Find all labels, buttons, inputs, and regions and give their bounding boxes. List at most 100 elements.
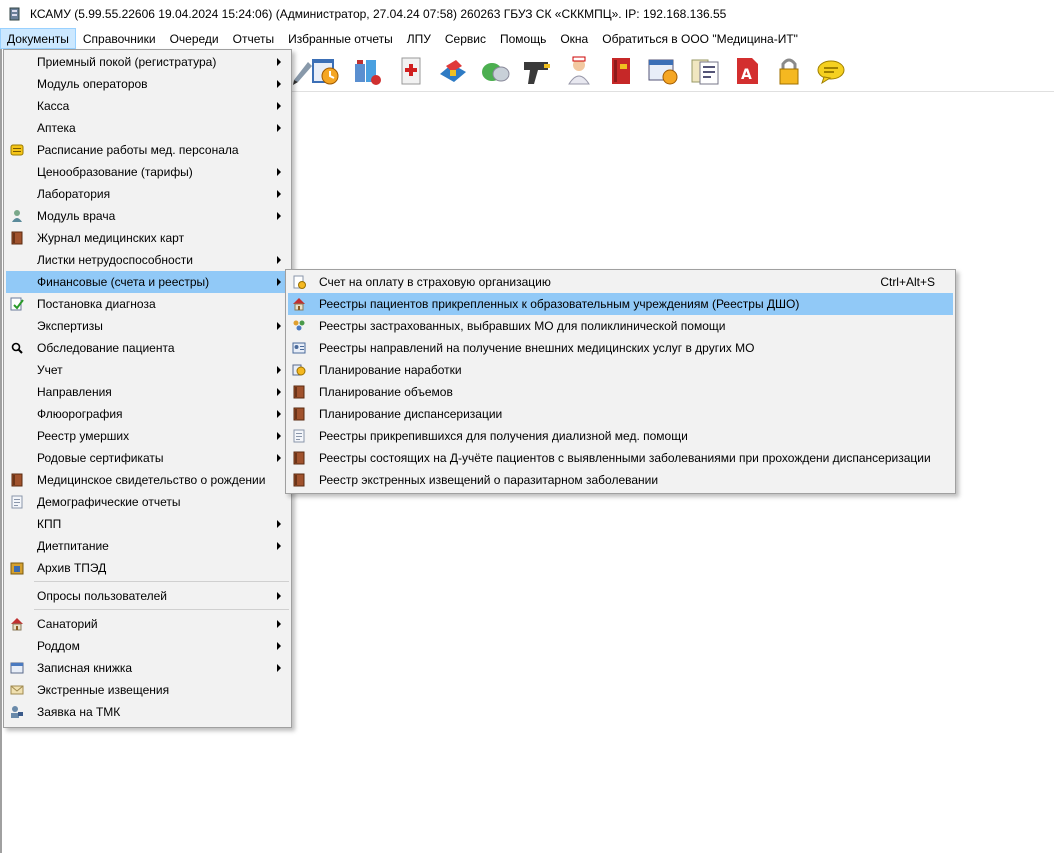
documents-stack-icon[interactable] [688, 54, 722, 88]
menu-item-sanatorium[interactable]: Санаторий [6, 613, 289, 635]
menu-item-emergency-notices[interactable]: Экстренные извещения [6, 679, 289, 701]
submenu-item-external-referrals[interactable]: Реестры направлений на получение внешних… [288, 337, 953, 359]
menu-reports[interactable]: Отчеты [226, 28, 281, 49]
menu-item-reception[interactable]: Приемный покой (регистратура) [6, 51, 289, 73]
submenu-arrow-icon [277, 80, 281, 88]
book-icon [11, 231, 23, 245]
submenu-arrow-icon [277, 520, 281, 528]
submenu-item-label: Реестры состоящих на Д-учёте пациентов с… [319, 451, 931, 465]
menu-item-birth-certificates[interactable]: Родовые сертификаты [6, 447, 289, 469]
book-icon [11, 473, 23, 487]
submenu-arrow-icon [277, 256, 281, 264]
menu-item-birth-medical-certificate[interactable]: Медицинское свидетельство о рождении [6, 469, 289, 491]
menu-help[interactable]: Помощь [493, 28, 553, 49]
menu-item-operators[interactable]: Модуль операторов [6, 73, 289, 95]
menu-item-user-surveys[interactable]: Опросы пользователей [6, 585, 289, 607]
menu-item-tped-archive[interactable]: Архив ТПЭД [6, 557, 289, 579]
archive-icon [10, 562, 24, 575]
document-icon [293, 429, 305, 443]
svg-text:A: A [741, 67, 752, 83]
menu-item-cashdesk[interactable]: Касса [6, 95, 289, 117]
menu-item-staff-schedule[interactable]: Расписание работы мед. персонала [6, 139, 289, 161]
medical-card-icon[interactable] [394, 54, 428, 88]
menu-item-label: Демографические отчеты [37, 495, 181, 509]
submenu-arrow-icon [277, 58, 281, 66]
menu-contact-vendor[interactable]: Обратиться в ООО "Медицина-ИТ" [595, 28, 805, 49]
menu-item-doctor-module[interactable]: Модуль врача [6, 205, 289, 227]
menu-item-diagnosis[interactable]: Постановка диагноза [6, 293, 289, 315]
menu-item-pharmacy[interactable]: Аптека [6, 117, 289, 139]
menu-item-label: Лаборатория [37, 187, 111, 201]
menu-lpu[interactable]: ЛПУ [400, 28, 438, 49]
submenu-arrow-icon [277, 322, 281, 330]
menu-item-maternity[interactable]: Роддом [6, 635, 289, 657]
toolbar: A [290, 49, 1054, 92]
lab-apparatus-icon[interactable] [436, 54, 470, 88]
menu-item-label: Ценообразование (тарифы) [37, 165, 193, 179]
menu-item-medical-cards-journal[interactable]: Журнал медицинских карт [6, 227, 289, 249]
menu-item-diet[interactable]: Диетпитание [6, 535, 289, 557]
submenu-item-dispensary-planning[interactable]: Планирование диспансеризации [288, 403, 953, 425]
submenu-arrow-icon [277, 592, 281, 600]
nurse-icon[interactable] [562, 54, 596, 88]
house-icon [293, 298, 305, 311]
calendar-clock-icon[interactable] [308, 54, 342, 88]
schedule-clock-icon[interactable] [646, 54, 680, 88]
menu-documents[interactable]: Документы [0, 28, 76, 49]
menu-queues[interactable]: Очереди [163, 28, 226, 49]
submenu-item-label: Реестры застрахованных, выбравших МО для… [319, 319, 726, 333]
menu-item-expertise[interactable]: Экспертизы [6, 315, 289, 337]
menu-favorite-reports[interactable]: Избранные отчеты [281, 28, 400, 49]
menu-windows[interactable]: Окна [553, 28, 595, 49]
pharmacy-bottles-icon[interactable] [350, 54, 384, 88]
submenu-item-volume-planning[interactable]: Планирование объемов [288, 381, 953, 403]
pills-icon[interactable] [478, 54, 512, 88]
submenu-arrow-icon [277, 620, 281, 628]
left-border [0, 49, 2, 853]
menu-item-sick-leave[interactable]: Листки нетрудоспособности [6, 249, 289, 271]
menu-item-label: Модуль операторов [37, 77, 148, 91]
menu-item-tmk-request[interactable]: Заявка на ТМК [6, 701, 289, 723]
submenu-item-label: Реестр экстренных извещений о паразитарн… [319, 473, 659, 487]
menu-item-demographic-reports[interactable]: Демографические отчеты [6, 491, 289, 513]
submenu-item-label: Счет на оплату в страховую организацию [319, 275, 551, 289]
menu-item-label: Записная книжка [37, 661, 133, 675]
menu-item-label: Направления [37, 385, 112, 399]
pdf-report-icon[interactable]: A [730, 54, 764, 88]
barcode-scanner-icon[interactable] [520, 54, 554, 88]
submenu-item-dsho-registries[interactable]: Реестры пациентов прикрепленных к образо… [288, 293, 953, 315]
submenu-arrow-icon [277, 542, 281, 550]
menu-item-label: Санаторий [37, 617, 98, 631]
submenu-item-insured-registries[interactable]: Реестры застрахованных, выбравших МО для… [288, 315, 953, 337]
submenu-item-d-account-registries[interactable]: Реестры состоящих на Д-учёте пациентов с… [288, 447, 953, 469]
submenu-item-insurance-invoice[interactable]: Счет на оплату в страховую организацию C… [288, 271, 953, 293]
menu-item-label: Родовые сертификаты [37, 451, 164, 465]
submenu-item-dialysis-registries[interactable]: Реестры прикрепившихся для получения диа… [288, 425, 953, 447]
menu-item-label: Приемный покой (регистратура) [37, 55, 217, 69]
submenu-item-parasitic-notices[interactable]: Реестр экстренных извещений о паразитарн… [288, 469, 953, 491]
menu-service[interactable]: Сервис [438, 28, 493, 49]
lock-icon[interactable] [772, 54, 806, 88]
magnifier-icon [11, 342, 23, 354]
menu-item-accounting[interactable]: Учет [6, 359, 289, 381]
menu-directories[interactable]: Справочники [76, 28, 163, 49]
menu-item-kpp[interactable]: КПП [6, 513, 289, 535]
submenu-item-label: Планирование наработки [319, 363, 462, 377]
menu-item-label: КПП [37, 517, 62, 531]
window-title: КСАМУ (5.99.55.22606 19.04.2024 15:24:06… [30, 7, 727, 21]
menu-item-fluorography[interactable]: Флюорография [6, 403, 289, 425]
submenu-item-workload-planning[interactable]: Планирование наработки [288, 359, 953, 381]
menu-item-deceased-registry[interactable]: Реестр умерших [6, 425, 289, 447]
submenu-item-label: Реестры пациентов прикрепленных к образо… [319, 297, 800, 311]
menu-item-notebook[interactable]: Записная книжка [6, 657, 289, 679]
menu-item-pricing[interactable]: Ценообразование (тарифы) [6, 161, 289, 183]
message-bubble-icon[interactable] [814, 54, 848, 88]
notebook-icon [10, 662, 24, 674]
menu-item-referrals[interactable]: Направления [6, 381, 289, 403]
menu-item-patient-exam[interactable]: Обследование пациента [6, 337, 289, 359]
menu-item-financial[interactable]: Финансовые (счета и реестры) [6, 271, 289, 293]
submenu-arrow-icon [277, 454, 281, 462]
menu-item-laboratory[interactable]: Лаборатория [6, 183, 289, 205]
red-book-icon[interactable] [604, 54, 638, 88]
invoice-icon [293, 275, 306, 289]
